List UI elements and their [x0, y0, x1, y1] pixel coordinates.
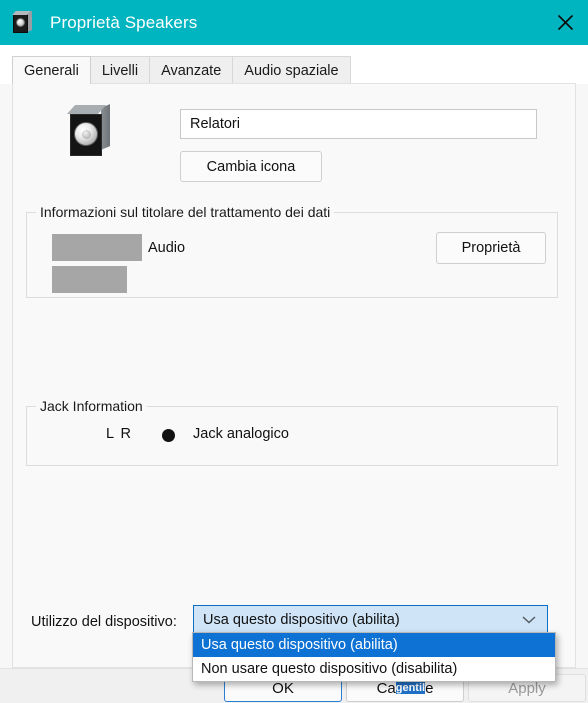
- device-usage-selected-value: Usa questo dispositivo (abilita): [203, 612, 400, 628]
- close-icon[interactable]: [542, 0, 588, 45]
- change-icon-button[interactable]: Cambia icona: [180, 151, 322, 182]
- redacted-block: [52, 266, 127, 293]
- overlay-prefix: Ca: [376, 679, 396, 697]
- overlay-highlighted: gentil: [395, 682, 426, 694]
- device-usage-label: Utilizzo del dispositivo:: [31, 614, 177, 630]
- tab-strip: Generali Livelli Avanzate Audio spaziale: [0, 45, 588, 84]
- dropdown-option-disable[interactable]: Non usare questo dispositivo (disabilita…: [193, 657, 555, 681]
- chevron-down-icon: [522, 616, 536, 625]
- jack-connector-icon: [162, 429, 175, 442]
- tab-generali[interactable]: Generali: [12, 56, 91, 84]
- tab-audio-spaziale[interactable]: Audio spaziale: [232, 56, 351, 84]
- speaker-icon: [12, 10, 33, 34]
- device-name-input[interactable]: Relatori: [180, 109, 537, 139]
- jack-information-group: Jack Information L R Jack analogico: [26, 398, 558, 466]
- redacted-block: [52, 234, 142, 261]
- controller-audio-label: Audio: [148, 240, 186, 256]
- window-title: Proprietà Speakers: [50, 12, 198, 32]
- device-usage-dropdown-list[interactable]: Usa questo dispositivo (abilita) Non usa…: [192, 632, 556, 682]
- jack-group-legend: Jack Information: [36, 398, 147, 414]
- dropdown-option-enable[interactable]: Usa questo dispositivo (abilita): [193, 633, 555, 657]
- properties-button[interactable]: Proprietà: [436, 232, 546, 264]
- tab-avanzate[interactable]: Avanzate: [149, 56, 234, 84]
- controller-information-group: Informazioni sul titolare del trattament…: [26, 204, 558, 298]
- jack-channels-label: L R: [106, 426, 133, 442]
- speakers-properties-dialog: Proprietà Speakers Generali Livelli Avan…: [0, 0, 588, 703]
- title-bar: Proprietà Speakers: [0, 0, 588, 45]
- tab-livelli[interactable]: Livelli: [89, 56, 151, 84]
- tab-content-generali: Relatori Cambia icona Informazioni sul t…: [12, 83, 576, 668]
- jack-type-label: Jack analogico: [193, 426, 289, 442]
- device-speaker-icon: [66, 104, 112, 158]
- controller-group-legend: Informazioni sul titolare del trattament…: [36, 204, 335, 220]
- overlay-suffix: e: [425, 679, 434, 697]
- device-usage-combobox[interactable]: Usa questo dispositivo (abilita): [193, 605, 548, 635]
